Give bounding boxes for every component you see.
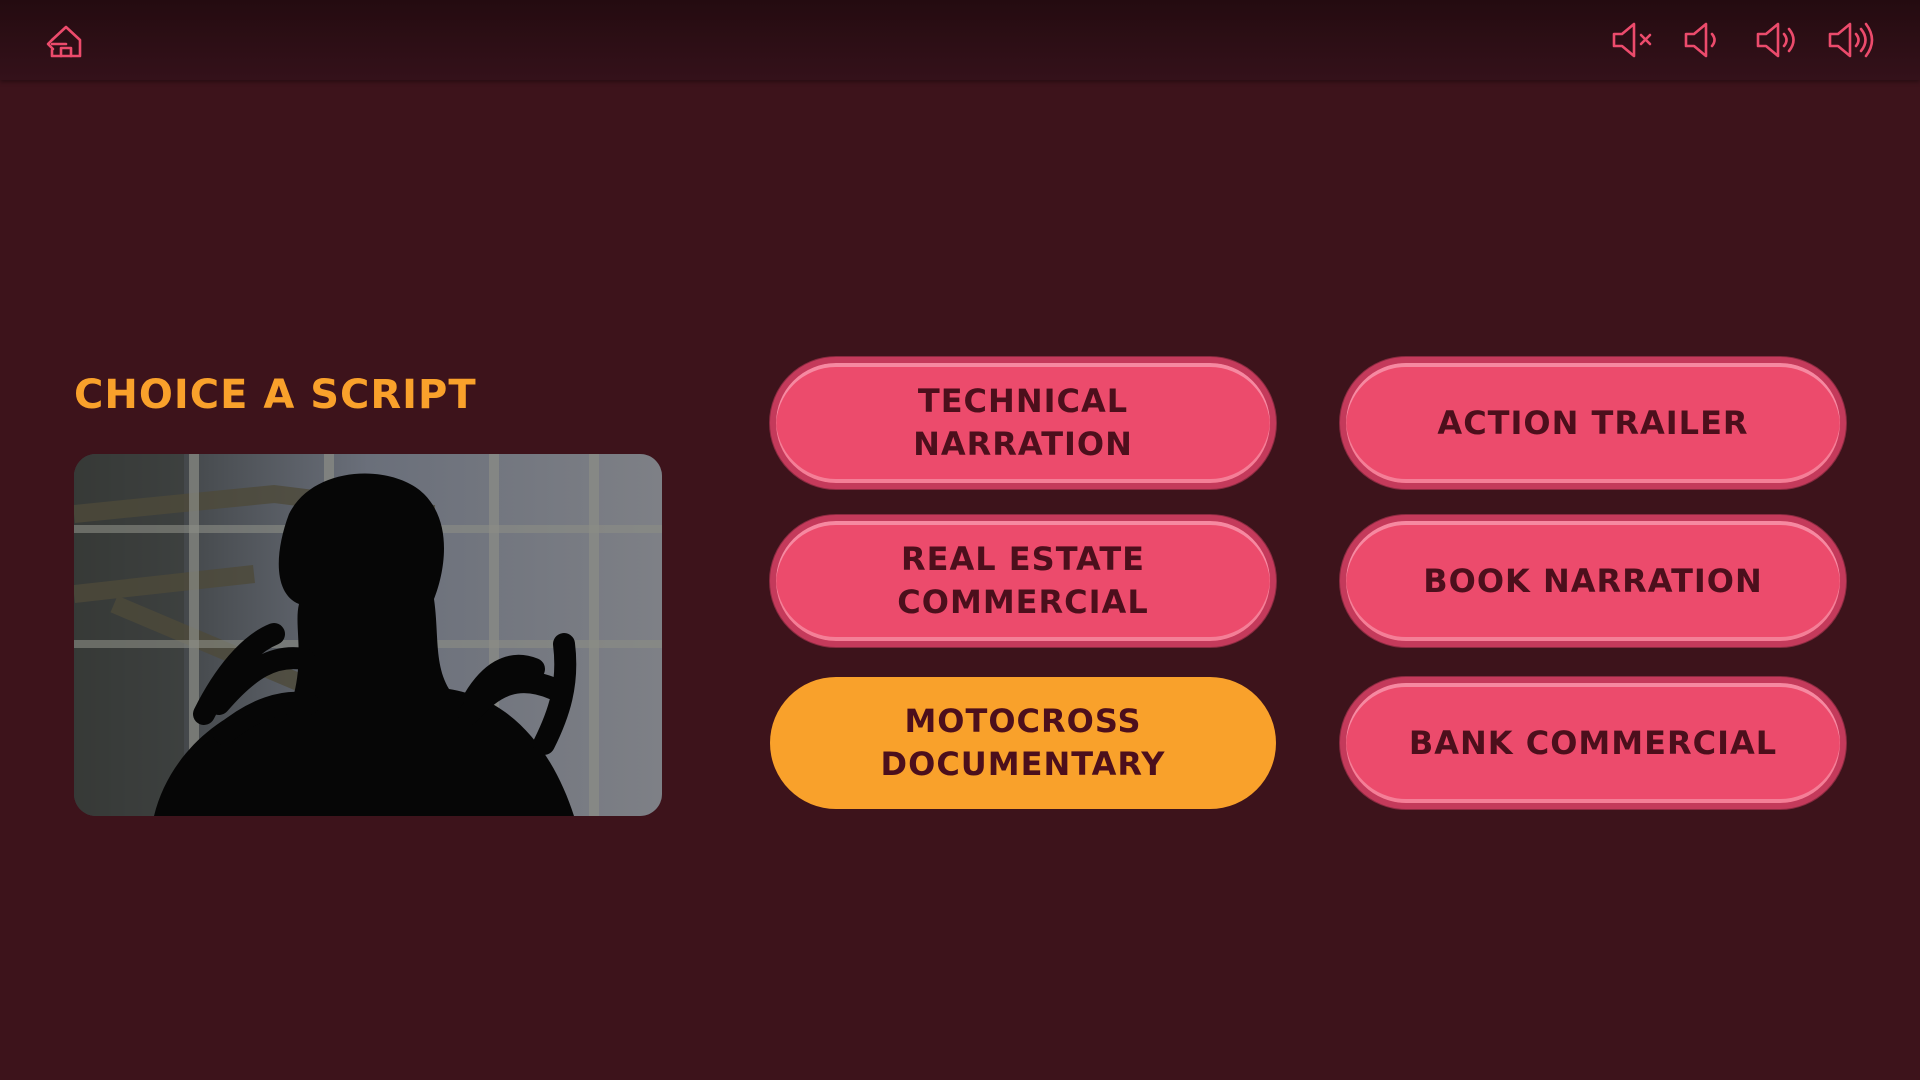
script-button-label: REAL ESTATE COMMERCIAL: [897, 540, 1149, 621]
volume-low-icon[interactable]: [1682, 18, 1732, 62]
volume-medium-icon[interactable]: [1754, 18, 1804, 62]
top-bar: [0, 0, 1920, 80]
volume-mute-icon[interactable]: [1610, 18, 1660, 62]
script-button-label: BOOK NARRATION: [1423, 561, 1763, 600]
script-button-label: TECHNICAL NARRATION: [913, 382, 1133, 463]
script-button-action-trailer[interactable]: ACTION TRAILER: [1340, 357, 1846, 489]
script-button-book-narration[interactable]: BOOK NARRATION: [1340, 515, 1846, 647]
script-button-bank-commercial[interactable]: BANK COMMERCIAL: [1340, 677, 1846, 809]
script-button-motocross-documentary[interactable]: MOTOCROSS DOCUMENTARY: [770, 677, 1276, 809]
page-title: CHOICE A SCRIPT: [74, 372, 477, 418]
script-button-technical-narration[interactable]: TECHNICAL NARRATION: [770, 357, 1276, 489]
script-button-label: ACTION TRAILER: [1437, 403, 1749, 442]
volume-high-icon[interactable]: [1826, 18, 1876, 62]
home-exit-icon[interactable]: [44, 20, 88, 64]
script-button-label: MOTOCROSS DOCUMENTARY: [880, 702, 1166, 783]
script-button-real-estate-commercial[interactable]: REAL ESTATE COMMERCIAL: [770, 515, 1276, 647]
video-preview[interactable]: [74, 454, 662, 816]
script-button-label: BANK COMMERCIAL: [1408, 723, 1778, 762]
